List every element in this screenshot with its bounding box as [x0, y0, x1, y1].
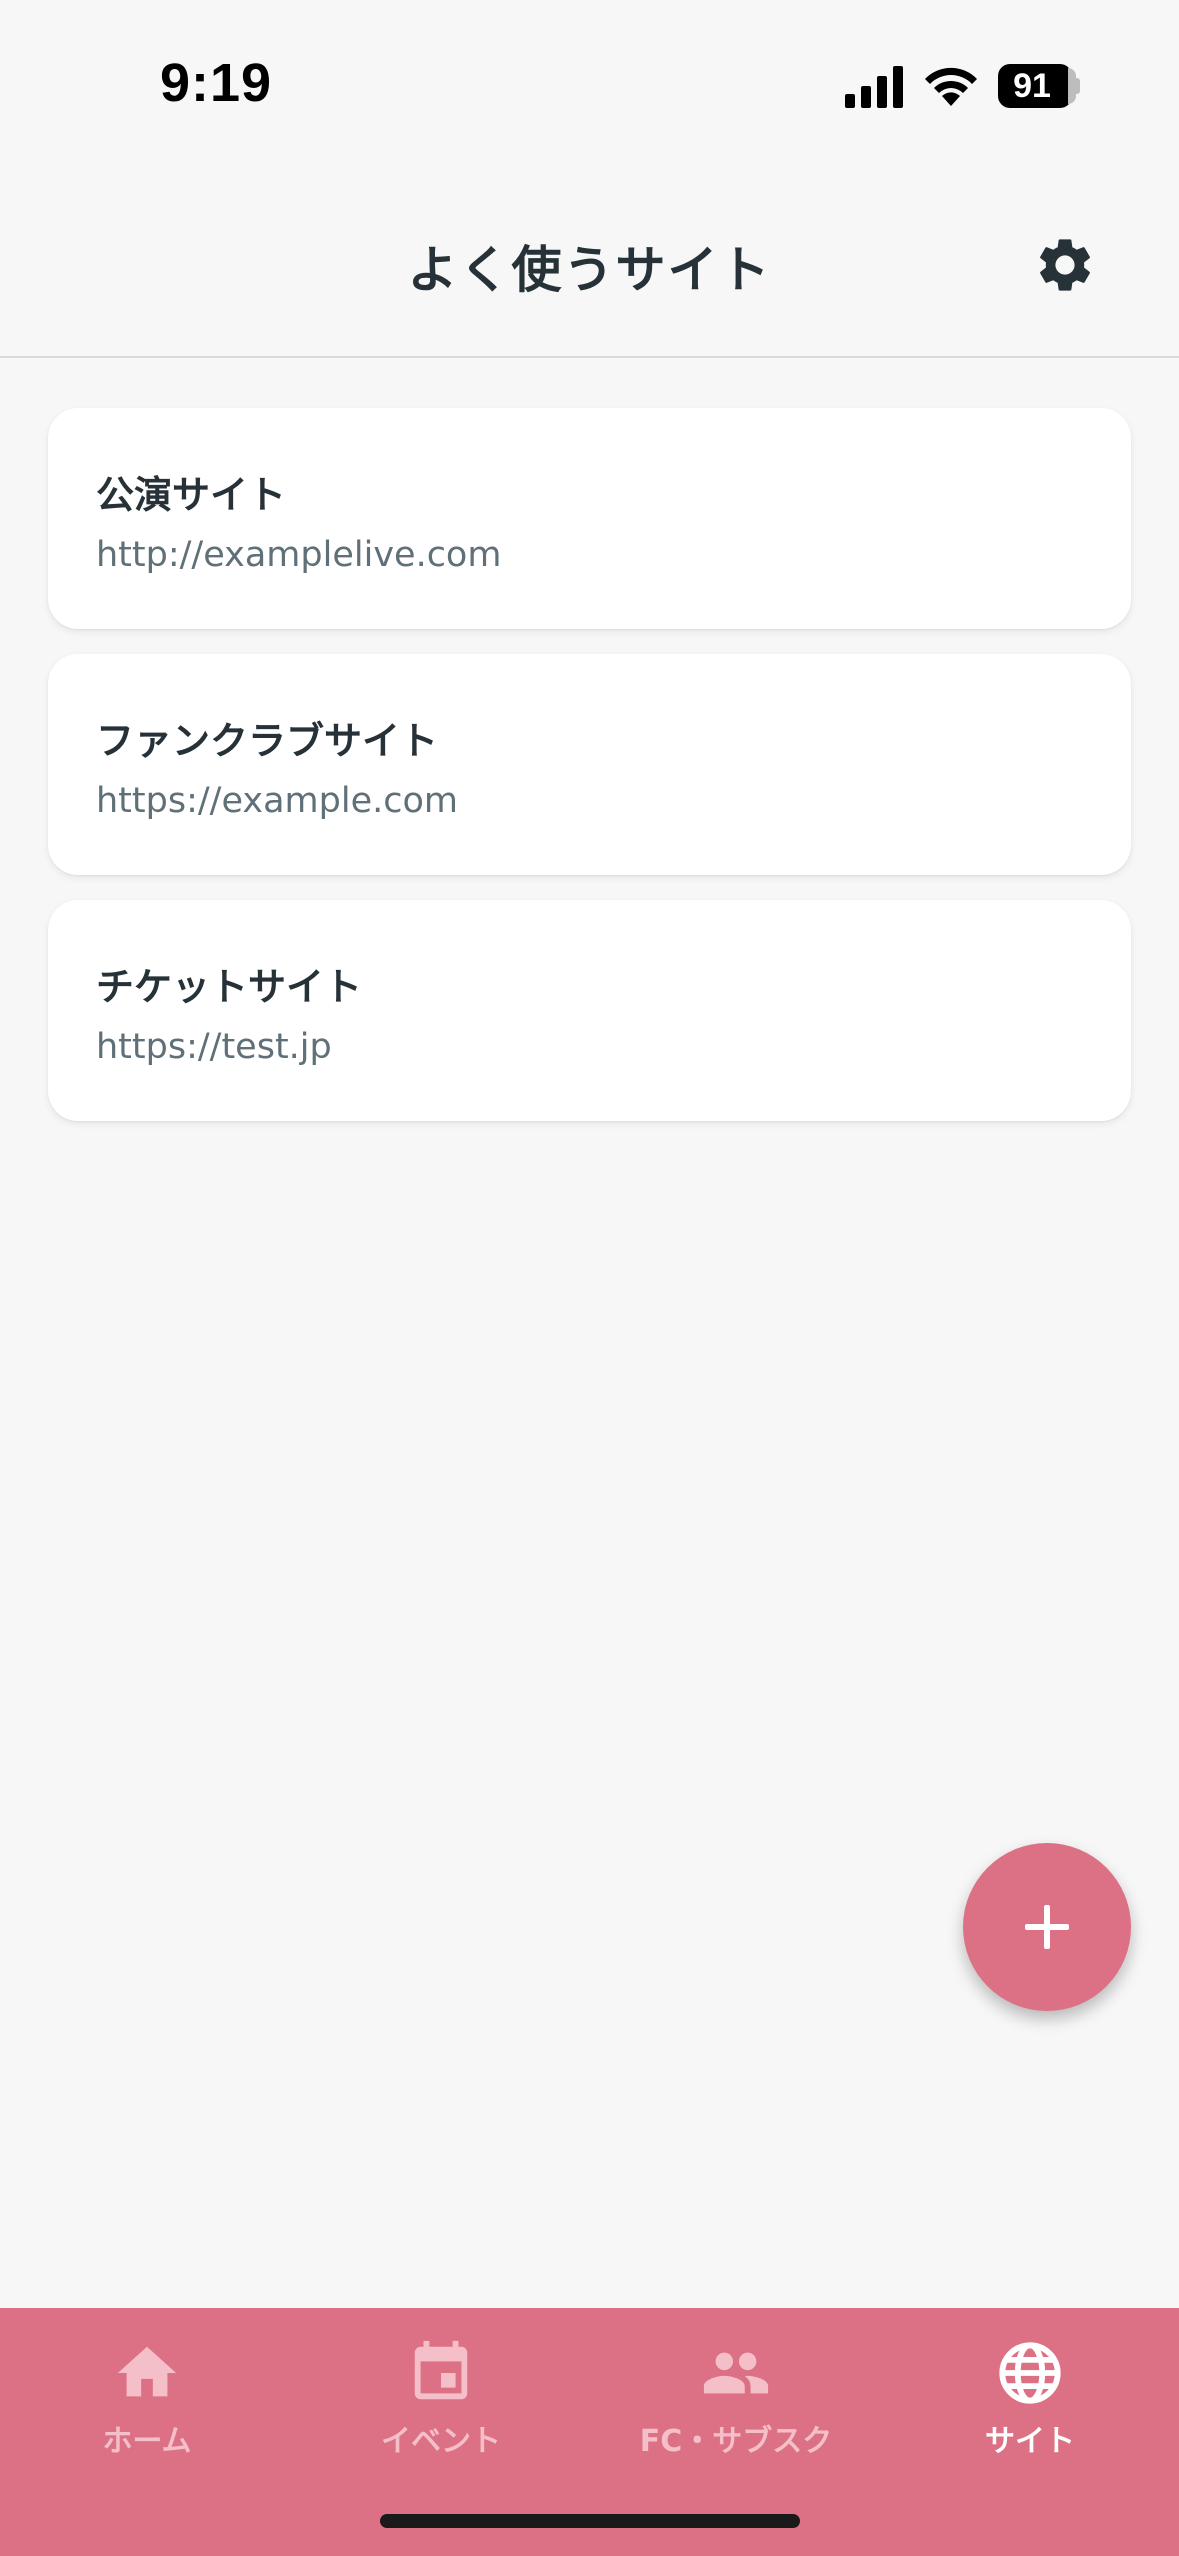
home-indicator[interactable]: [380, 2514, 800, 2528]
site-url: https://test.jp: [96, 1027, 332, 1067]
cellular-signal-icon: [845, 66, 903, 108]
site-list: 公演サイト http://examplelive.com ファンクラブサイト h…: [48, 408, 1131, 1146]
status-time: 9:19: [160, 53, 273, 113]
site-url: https://example.com: [96, 781, 458, 821]
nav-item-event[interactable]: イベント: [294, 2328, 588, 2468]
add-site-button[interactable]: [963, 1843, 1131, 2011]
app-screen: 9:19 91 よく使うサイト 公演サイト http://examplelive…: [0, 0, 1179, 2556]
people-icon: [703, 2352, 769, 2394]
settings-button[interactable]: [1030, 230, 1100, 300]
calendar-icon: [414, 2340, 468, 2400]
battery-level: 91: [1013, 67, 1051, 105]
nav-label: サイト: [985, 2424, 1075, 2459]
nav-item-site[interactable]: サイト: [883, 2328, 1177, 2468]
gear-icon: [1040, 239, 1090, 291]
nav-label: ホーム: [102, 2424, 192, 2459]
status-bar: 9:19 91: [0, 0, 1179, 140]
site-url: http://examplelive.com: [96, 535, 502, 575]
site-card[interactable]: ファンクラブサイト https://example.com: [48, 654, 1131, 875]
app-header: よく使うサイト: [0, 140, 1179, 358]
globe-icon: [999, 2342, 1061, 2404]
site-card[interactable]: 公演サイト http://examplelive.com: [48, 408, 1131, 629]
site-name: 公演サイト: [96, 473, 287, 517]
site-card[interactable]: チケットサイト https://test.jp: [48, 900, 1131, 1121]
wifi-icon: [925, 67, 977, 106]
site-name: チケットサイト: [96, 965, 363, 1009]
nav-label: FC・サブスク: [639, 2424, 833, 2459]
nav-item-home[interactable]: ホーム: [0, 2328, 294, 2468]
nav-label: イベント: [381, 2424, 501, 2459]
battery-icon: 91: [998, 64, 1080, 108]
site-name: ファンクラブサイト: [96, 719, 439, 763]
page-title: よく使うサイト: [407, 241, 772, 299]
home-icon: [117, 2346, 177, 2397]
plus-icon: [1025, 1905, 1069, 1949]
nav-item-fc-subscription[interactable]: FC・サブスク: [589, 2328, 883, 2468]
